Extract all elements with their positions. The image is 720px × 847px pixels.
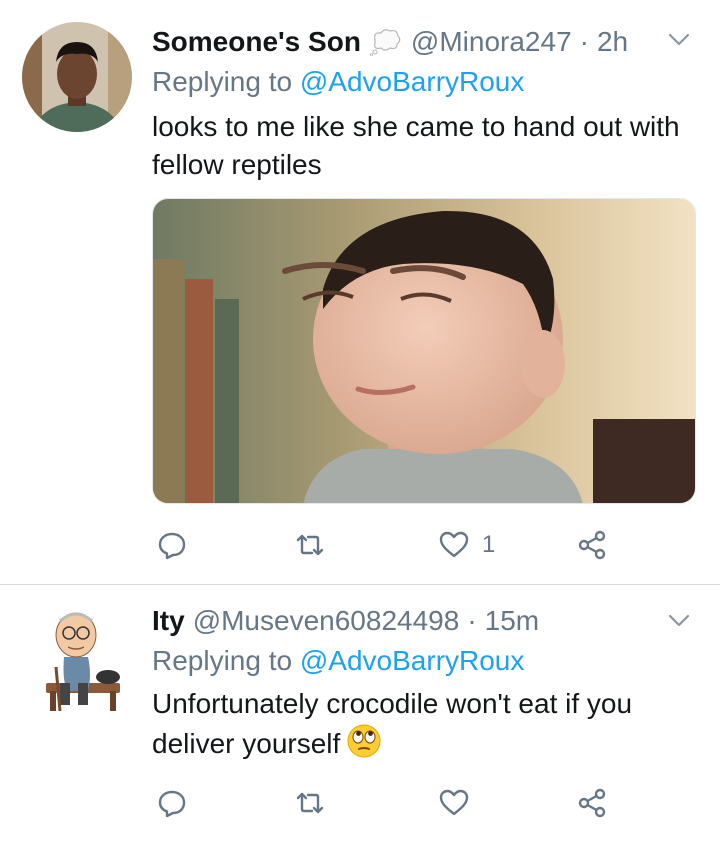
mention-link[interactable]: @AdvoBarryRoux bbox=[300, 645, 525, 676]
share-button[interactable] bbox=[576, 525, 608, 565]
retweet-button[interactable] bbox=[294, 783, 326, 823]
avatar[interactable] bbox=[38, 595, 128, 715]
chevron-down-icon[interactable] bbox=[666, 26, 692, 52]
tweet-header: Someone's Son @Minora247 · 2h bbox=[152, 22, 628, 62]
tweet-text: looks to me like she came to hand out wi… bbox=[152, 111, 680, 180]
reply-icon bbox=[158, 790, 186, 818]
tweet[interactable]: Someone's Son @Minora247 · 2h Replying t… bbox=[0, 0, 720, 584]
tweet-text: Unfortunately crocodile won't eat if you… bbox=[152, 685, 692, 763]
like-count: 1 bbox=[482, 531, 496, 558]
share-icon bbox=[578, 788, 606, 818]
tweet[interactable]: Ity @Museven60824498 · 15m Replying to @… bbox=[0, 585, 720, 847]
handle[interactable]: @Minora247 bbox=[411, 26, 572, 58]
tweet-actions bbox=[152, 783, 622, 823]
like-button[interactable]: 1 bbox=[438, 525, 495, 565]
display-name[interactable]: Ity bbox=[152, 605, 185, 637]
separator: · bbox=[579, 26, 589, 57]
thought-bubble-icon bbox=[369, 29, 401, 56]
retweet-button[interactable] bbox=[294, 525, 326, 565]
tweet-text-content: Unfortunately crocodile won't eat if you… bbox=[152, 688, 633, 759]
replying-prefix: Replying to bbox=[152, 66, 293, 97]
timestamp[interactable]: 2h bbox=[597, 26, 628, 58]
mention-link[interactable]: @AdvoBarryRoux bbox=[300, 66, 525, 97]
replying-to: Replying to @AdvoBarryRoux bbox=[152, 66, 524, 98]
reply-button[interactable] bbox=[156, 783, 188, 823]
like-button[interactable] bbox=[438, 783, 470, 823]
timestamp[interactable]: 15m bbox=[485, 605, 539, 637]
tweet-header: Ity @Museven60824498 · 15m bbox=[152, 601, 539, 641]
reply-button[interactable] bbox=[156, 525, 188, 565]
handle[interactable]: @Museven60824498 bbox=[193, 605, 460, 637]
separator: · bbox=[467, 605, 477, 636]
display-name[interactable]: Someone's Son bbox=[152, 26, 361, 58]
like-icon bbox=[439, 789, 469, 816]
share-icon bbox=[578, 530, 606, 560]
face-with-rolling-eyes-icon bbox=[347, 724, 381, 758]
share-button[interactable] bbox=[576, 783, 608, 823]
tweet-actions: 1 bbox=[152, 525, 622, 565]
reply-icon bbox=[158, 532, 186, 560]
retweet-icon bbox=[296, 534, 324, 556]
like-icon bbox=[439, 531, 469, 558]
replying-prefix: Replying to bbox=[152, 645, 293, 676]
replying-to: Replying to @AdvoBarryRoux bbox=[152, 645, 524, 677]
chevron-down-icon[interactable] bbox=[666, 607, 692, 633]
avatar[interactable] bbox=[22, 22, 132, 132]
retweet-icon bbox=[296, 792, 324, 814]
tweet-photo[interactable] bbox=[152, 198, 696, 504]
